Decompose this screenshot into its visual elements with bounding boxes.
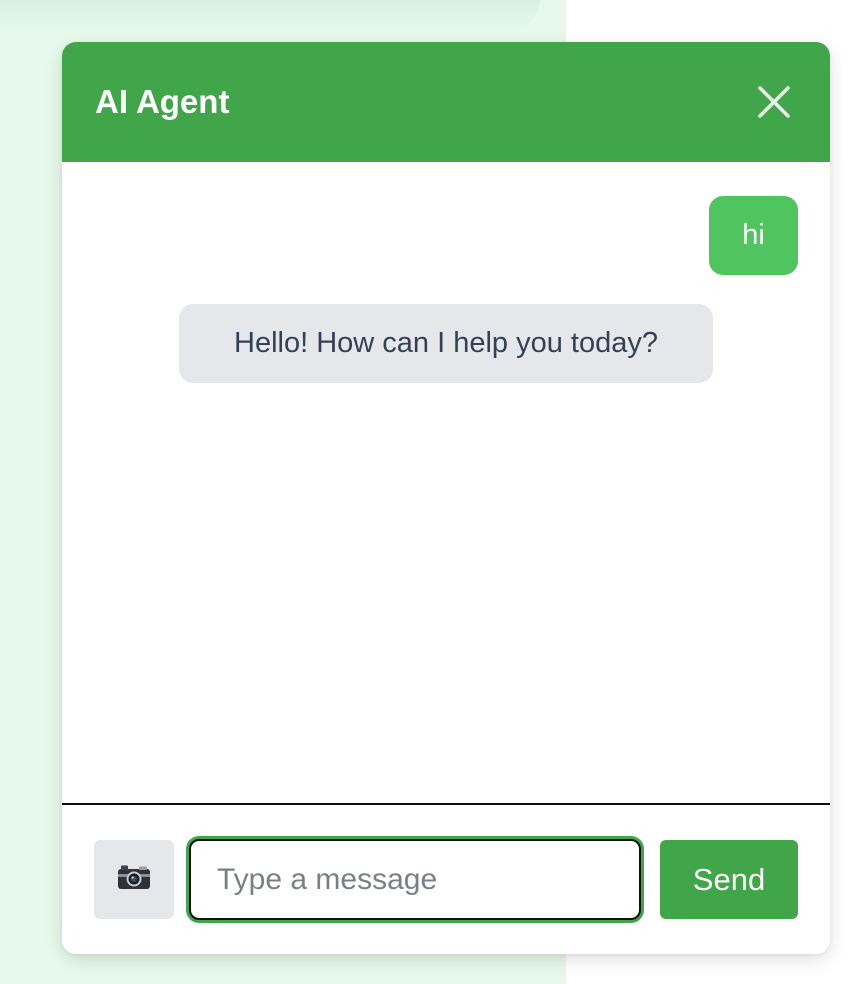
chat-widget: AI Agent hi Hello! How can I help you to… <box>62 42 830 954</box>
message-input[interactable] <box>189 839 641 920</box>
agent-message-bubble: Hello! How can I help you today? <box>179 304 713 383</box>
message-composer: Send <box>62 805 830 954</box>
close-button[interactable] <box>750 78 798 126</box>
chat-title: AI Agent <box>95 83 230 120</box>
message-list: hi Hello! How can I help you today? <box>62 162 830 804</box>
camera-icon <box>117 864 151 895</box>
send-button[interactable]: Send <box>660 840 798 919</box>
background-shadow <box>0 0 540 30</box>
chat-header: AI Agent <box>62 42 830 162</box>
user-message-bubble: hi <box>709 196 798 275</box>
close-icon <box>757 85 791 119</box>
camera-button[interactable] <box>94 840 174 919</box>
